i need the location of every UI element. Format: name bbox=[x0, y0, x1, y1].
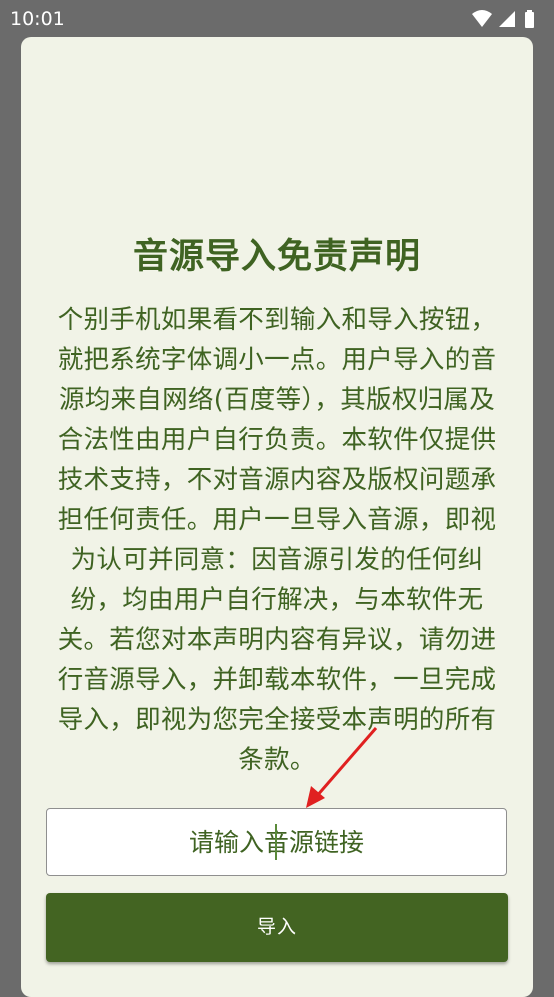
disclaimer-dialog: 音源导入免责声明 个别手机如果看不到输入和导入按钮，就把系统字体调小一点。用户导… bbox=[21, 37, 533, 997]
disclaimer-text: 个别手机如果看不到输入和导入按钮，就把系统字体调小一点。用户导入的音源均来自网络… bbox=[57, 305, 497, 775]
status-icons bbox=[470, 9, 542, 29]
battery-icon bbox=[525, 12, 534, 28]
status-bar: 10:01 bbox=[0, 0, 554, 38]
import-button[interactable]: 导入 bbox=[46, 893, 508, 962]
signal-icon bbox=[499, 11, 515, 27]
dialog-title: 音源导入免责声明 bbox=[132, 237, 421, 277]
wifi-icon bbox=[472, 10, 492, 27]
status-time: 10:01 bbox=[10, 8, 65, 30]
text-cursor bbox=[275, 824, 277, 860]
